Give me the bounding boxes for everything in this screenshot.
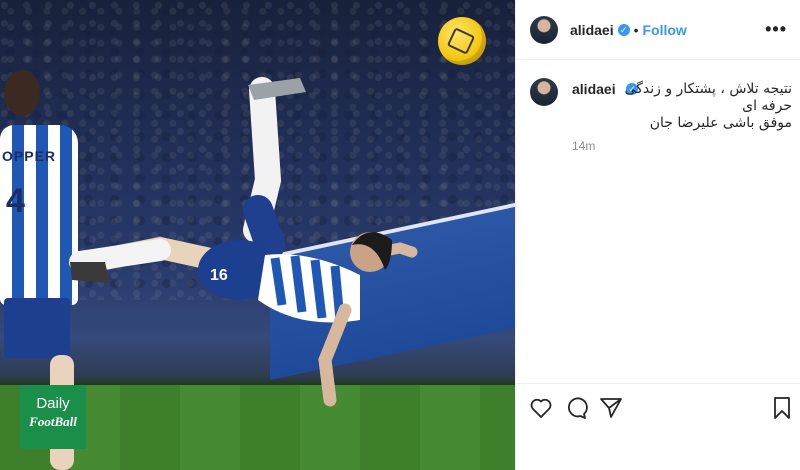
logo-line1: Daily (36, 395, 70, 412)
header-username[interactable]: alidaei (570, 22, 614, 38)
more-icon[interactable]: ••• (765, 19, 787, 40)
post-photo[interactable]: OPPER 4 16 Daily FootBall (0, 0, 515, 470)
logo-line2: FootBall (29, 414, 77, 429)
share-icon[interactable] (599, 396, 623, 420)
comment-text: نتیجه تلاش ، پشتکار و زندگی حرفه ای موفق… (572, 81, 792, 132)
football-ball (438, 17, 486, 65)
comment-icon[interactable] (564, 396, 588, 420)
comment-line1: نتیجه تلاش ، پشتکار و زندگی (624, 81, 792, 97)
comment-line2: حرفه ای (742, 98, 792, 114)
follow-button[interactable]: Follow (643, 22, 687, 38)
bookmark-icon[interactable] (770, 396, 794, 420)
daily-football-logo: Daily FootBall (20, 385, 86, 449)
comment-avatar[interactable] (530, 78, 558, 106)
comment-line3: موفق باشی علیرضا جان (649, 115, 792, 131)
post-header: alidaei ✓ • Follow ••• (516, 0, 800, 60)
comment-timestamp: 14m (572, 139, 596, 153)
svg-text:16: 16 (210, 267, 228, 284)
verified-icon: ✓ (617, 23, 630, 36)
avatar[interactable] (530, 15, 558, 44)
post-side-panel: alidaei ✓ • Follow ••• alidaei ✓ نتیجه ت… (515, 0, 800, 470)
separator-dot: • (633, 21, 639, 38)
heart-icon[interactable] (529, 396, 553, 420)
action-bar (516, 383, 800, 470)
